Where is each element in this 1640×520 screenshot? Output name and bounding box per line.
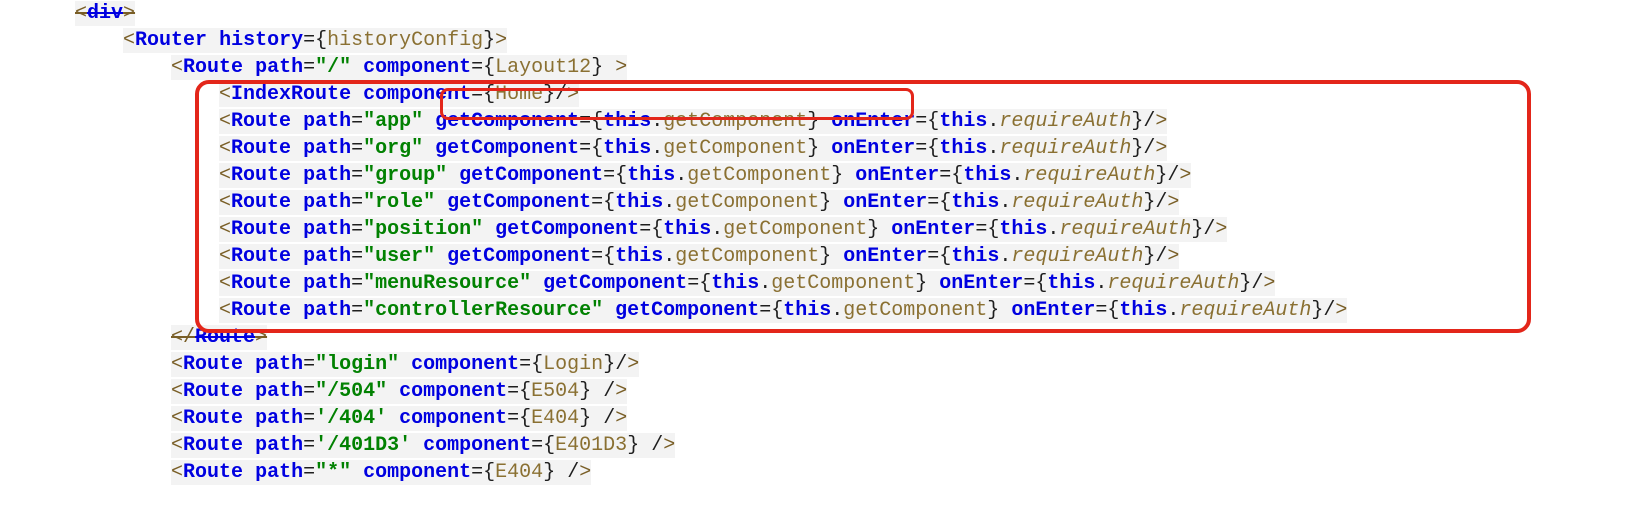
- code-line: <Router history={historyConfig}>: [75, 27, 1640, 54]
- code-line: <IndexRoute component={Home}/>: [75, 81, 1640, 108]
- code-line: </Route>: [75, 324, 1640, 351]
- code-line: <Route path="/" component={Layout12} >: [75, 54, 1640, 81]
- code-block: <div> <Router history={historyConfig}> <…: [0, 0, 1640, 496]
- code-line: <Route path='/401D3' component={E401D3} …: [75, 432, 1640, 459]
- code-line: <Route path="user" getComponent={this.ge…: [75, 243, 1640, 270]
- code-line: <Route path="*" component={E404} />: [75, 459, 1640, 486]
- code-line: <Route path="role" getComponent={this.ge…: [75, 189, 1640, 216]
- code-line: <Route path="/504" component={E504} />: [75, 378, 1640, 405]
- code-line: <Route path='/404' component={E404} />: [75, 405, 1640, 432]
- code-line: <Route path="login" component={Login}/>: [75, 351, 1640, 378]
- code-line: <div>: [75, 0, 1640, 27]
- code-line: <Route path="org" getComponent={this.get…: [75, 135, 1640, 162]
- code-line: <Route path="app" getComponent={this.get…: [75, 108, 1640, 135]
- code-line: <Route path="menuResource" getComponent=…: [75, 270, 1640, 297]
- code-line: <Route path="position" getComponent={thi…: [75, 216, 1640, 243]
- code-line: <Route path="group" getComponent={this.g…: [75, 162, 1640, 189]
- code-line: <Route path="controllerResource" getComp…: [75, 297, 1640, 324]
